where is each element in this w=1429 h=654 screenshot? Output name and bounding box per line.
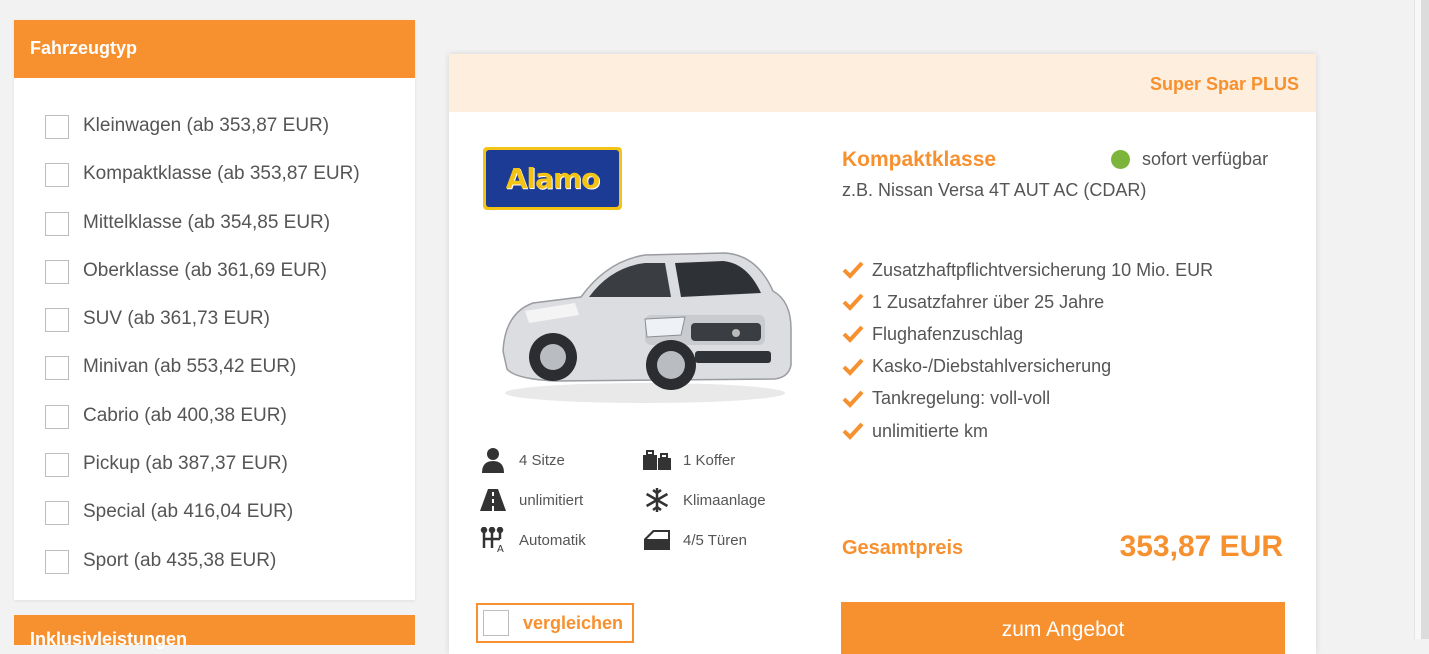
inclusion-label: Zusatzhaftpflichtversicherung 10 Mio. EU… [872, 259, 1214, 280]
offer-card-header: Super Spar PLUS [449, 54, 1316, 112]
feature-label: 4/5 Türen [683, 531, 747, 549]
car-door-icon [643, 526, 671, 554]
filter-item-kompaktklasse[interactable]: Kompaktklasse (ab 353,87 EUR) [45, 163, 360, 211]
compare-label: vergleichen [523, 612, 624, 633]
person-icon [479, 446, 507, 474]
feature-doors: 4/5 Türen [643, 526, 747, 554]
inclusion-label: unlimitierte km [872, 420, 989, 441]
checkbox[interactable] [45, 549, 69, 574]
vehicle-type-filter: Fahrzeugtyp Kleinwagen (ab 353,87 EUR) K… [14, 20, 415, 600]
filter-item-mittelklasse[interactable]: Mittelklasse (ab 354,85 EUR) [45, 211, 360, 260]
filter-item-label: Cabrio (ab 400,38 EUR) [83, 404, 287, 426]
list-item: Flughafenzuschlag [842, 318, 1213, 350]
filter-item-sport[interactable]: Sport (ab 435,38 EUR) [45, 549, 360, 598]
filter-item-oberklasse[interactable]: Oberklasse (ab 361,69 EUR) [45, 259, 360, 308]
checkbox[interactable] [45, 211, 69, 236]
list-item: Tankregelung: voll-voll [842, 383, 1213, 415]
list-item: unlimitierte km [842, 415, 1213, 447]
provider-logo-text: Alamo [505, 162, 601, 195]
car-image [502, 252, 792, 403]
checkbox[interactable] [45, 163, 69, 188]
checkmark-icon [842, 326, 864, 344]
filter-title: Fahrzeugtyp [14, 20, 415, 78]
snowflake-icon [643, 486, 671, 514]
inclusions-filter-title[interactable]: Inklusivleistungen [14, 615, 415, 649]
checkbox[interactable] [45, 115, 69, 139]
feature-mileage: unlimitiert [479, 486, 583, 514]
filter-item-label: Kleinwagen (ab 353,87 EUR) [83, 115, 330, 136]
feature-label: 1 Koffer [683, 451, 736, 469]
feature-label: Automatik [519, 531, 586, 549]
filter-item-label: Minivan (ab 553,42 EUR) [83, 356, 297, 378]
list-item: Kasko-/Diebstahlversicherung [842, 351, 1213, 383]
filter-item-kleinwagen[interactable]: Kleinwagen (ab 353,87 EUR) [45, 115, 360, 163]
checkmark-icon [842, 261, 864, 279]
road-icon [479, 486, 507, 514]
checkmark-icon [842, 358, 864, 376]
filter-item-label: Kompaktklasse (ab 353,87 EUR) [83, 163, 360, 185]
inclusion-label: Kasko-/Diebstahlversicherung [872, 356, 1112, 377]
checkmark-icon [842, 293, 864, 312]
gearshift-icon: A [479, 526, 507, 554]
compare-checkbox[interactable] [483, 610, 509, 636]
filter-item-cabrio[interactable]: Cabrio (ab 400,38 EUR) [45, 404, 360, 453]
checkbox[interactable] [45, 453, 69, 478]
filter-item-label: Oberklasse (ab 361,69 EUR) [83, 259, 327, 281]
filter-item-special[interactable]: Special (ab 416,04 EUR) [45, 501, 360, 549]
filter-item-label: Pickup (ab 387,37 EUR) [83, 453, 288, 475]
inclusion-label: 1 Zusatzfahrer über 25 Jahre [872, 291, 1105, 312]
checkbox[interactable] [45, 259, 69, 284]
feature-luggage: 1 Koffer [643, 446, 735, 474]
inclusion-label: Flughafenzuschlag [872, 323, 1024, 344]
feature-seats: 4 Sitze [479, 446, 565, 474]
checkbox[interactable] [45, 356, 69, 381]
car-class: Kompaktklasse [842, 148, 997, 171]
checkbox[interactable] [45, 501, 69, 526]
filter-item-pickup[interactable]: Pickup (ab 387,37 EUR) [45, 453, 360, 501]
filter-sidebar: Fahrzeugtyp Kleinwagen (ab 353,87 EUR) K… [14, 20, 415, 649]
offer-tag: Super Spar PLUS [1149, 74, 1299, 94]
inclusions-list: Zusatzhaftpflichtversicherung 10 Mio. EU… [842, 254, 1213, 447]
view-offer-button[interactable]: zum Angebot [841, 602, 1285, 654]
availability-status: sofort verfügbar [1111, 149, 1268, 170]
feature-ac: Klimaanlage [643, 486, 766, 514]
feature-label: unlimitiert [519, 491, 584, 509]
checkmark-icon [842, 390, 864, 408]
list-item: Zusatzhaftpflichtversicherung 10 Mio. EU… [842, 254, 1213, 286]
filter-item-label: Special (ab 416,04 EUR) [83, 501, 294, 523]
filter-item-label: SUV (ab 361,73 EUR) [83, 308, 270, 330]
feature-label: Klimaanlage [683, 491, 766, 509]
provider-logo: Alamo [483, 147, 622, 210]
checkbox[interactable] [45, 404, 69, 429]
scrollbar[interactable] [1421, 0, 1429, 639]
total-price: 353,87 EUR [1119, 530, 1283, 563]
svg-text:A: A [497, 544, 504, 553]
filter-item-label: Mittelklasse (ab 354,85 EUR) [83, 211, 331, 233]
filter-item-label: Sport (ab 435,38 EUR) [83, 549, 277, 571]
availability-label: sofort verfügbar [1142, 149, 1269, 169]
total-label: Gesamtpreis [842, 537, 964, 559]
filter-item-suv[interactable]: SUV (ab 361,73 EUR) [45, 308, 360, 356]
checkbox[interactable] [45, 308, 69, 333]
checkmark-icon [842, 422, 864, 440]
vehicle-type-list: Kleinwagen (ab 353,87 EUR) Kompaktklasse… [45, 115, 360, 598]
list-item: 1 Zusatzfahrer über 25 Jahre [842, 286, 1213, 318]
compare-toggle[interactable]: vergleichen [476, 603, 634, 643]
offer-card: Super Spar PLUS Alamo 4 Sitze 1 Koffer u… [449, 54, 1316, 654]
scroll-track [1414, 0, 1421, 639]
inclusion-label: Tankregelung: voll-voll [872, 388, 1051, 409]
car-example: z.B. Nissan Versa 4T AUT AC (CDAR) [842, 180, 1147, 200]
feature-label: 4 Sitze [519, 451, 565, 469]
luggage-icon [643, 446, 671, 474]
feature-transmission: A Automatik [479, 526, 586, 554]
available-dot-icon [1111, 150, 1130, 169]
filter-item-minivan[interactable]: Minivan (ab 553,42 EUR) [45, 356, 360, 404]
